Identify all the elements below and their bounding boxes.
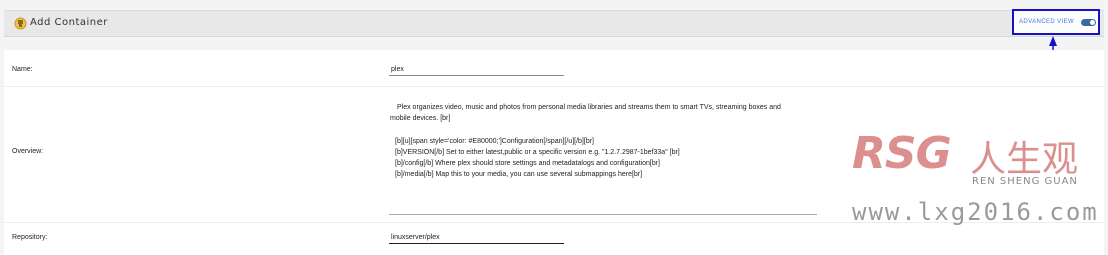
advanced-view-toggle[interactable]: ADVANCED VIEW <box>1012 9 1100 35</box>
repository-input[interactable]: linuxserver/plex <box>391 234 440 241</box>
plugin-icon <box>14 17 27 30</box>
overview-line: [b]/media[/b] Map this to your media, yo… <box>395 171 643 178</box>
advanced-view-label: ADVANCED VIEW <box>1019 19 1075 25</box>
row-divider <box>4 86 1104 87</box>
overview-line: [b]VERSION[/b] Set to either latest,publ… <box>395 149 680 156</box>
name-label: Name: <box>12 66 33 73</box>
repository-input-underline <box>389 243 564 244</box>
overview-underline <box>389 214 817 215</box>
overview-line: [b]/config[/b] Where plex should store s… <box>395 160 660 167</box>
title-bar: Add Container <box>4 10 1104 37</box>
name-input[interactable]: plex <box>391 66 404 73</box>
name-input-underline <box>389 75 564 76</box>
overview-label: Overview: <box>12 148 44 155</box>
overview-line: [b][u][span style='color: #E80000;']Conf… <box>395 138 594 145</box>
repository-label: Repository: <box>12 234 48 241</box>
form-panel: Name: plex Overview: Plex organizes vide… <box>4 50 1104 255</box>
row-divider <box>4 222 1104 223</box>
overview-line: Plex organizes video, music and photos f… <box>397 104 781 111</box>
overview-line: mobile devices. [br] <box>390 115 451 122</box>
page-title: Add Container <box>30 17 108 28</box>
toggle-switch[interactable] <box>1081 19 1096 26</box>
